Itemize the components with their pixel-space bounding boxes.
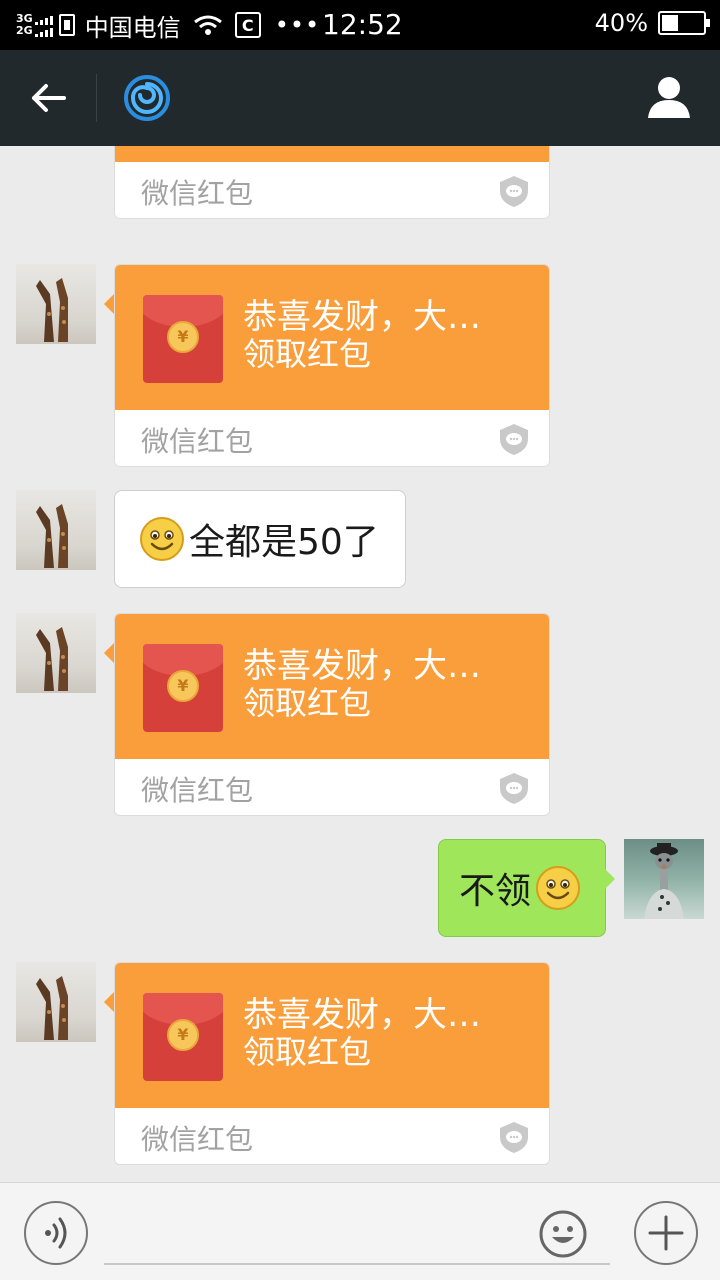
emoji-button[interactable] (538, 1209, 588, 1259)
giraffe-figure-icon (36, 278, 68, 342)
my-avatar[interactable] (624, 839, 704, 919)
red-packet-label: 微信红包 (141, 1123, 254, 1156)
coin-icon: ¥ (167, 1019, 199, 1051)
smile-emoji-icon (536, 866, 580, 910)
bubble-tail (104, 643, 114, 663)
message-text: 全都是50了 (189, 522, 379, 563)
coin-icon: ¥ (167, 321, 199, 353)
spiral-logo-icon (124, 75, 170, 121)
red-packet-message[interactable]: ¥ 恭喜发财，大… 领取红包 微信红包 (114, 613, 550, 816)
giraffe-figure-icon (36, 627, 68, 691)
back-button[interactable] (0, 50, 96, 146)
coin-icon: ¥ (167, 670, 199, 702)
wechat-shield-icon (500, 1122, 528, 1153)
red-packet-label: 微信红包 (141, 774, 254, 807)
contact-avatar[interactable] (16, 264, 96, 344)
red-packet-title: 恭喜发财，大… (243, 995, 481, 1035)
chat-logo[interactable] (97, 50, 197, 146)
profile-button[interactable] (646, 74, 692, 120)
red-envelope-icon: ¥ (143, 295, 223, 383)
plus-icon (648, 1215, 684, 1251)
red-packet-message[interactable]: 微信红包 (114, 146, 550, 219)
battery-percent: 40% (594, 9, 648, 37)
contact-avatar[interactable] (16, 490, 96, 570)
red-envelope-icon: ¥ (143, 644, 223, 732)
sim-icon (58, 14, 75, 36)
bubble-tail (605, 869, 615, 889)
red-packet-label: 微信红包 (141, 425, 254, 458)
ostrich-figure-icon (644, 843, 684, 919)
giraffe-figure-icon (36, 976, 68, 1040)
text-message-outgoing[interactable]: 不领 (438, 839, 606, 937)
more-notifications: ••• (274, 11, 321, 39)
red-packet-title: 恭喜发财，大… (243, 646, 481, 686)
bubble-tail (104, 294, 114, 314)
red-packet-label: 微信红包 (141, 177, 254, 210)
app-notification-icon: C (234, 12, 261, 38)
giraffe-figure-icon (36, 504, 68, 568)
contact-avatar[interactable] (16, 962, 96, 1042)
voice-button[interactable] (24, 1201, 88, 1265)
signal-icon: 3G 2G (16, 13, 53, 37)
red-packet-title: 恭喜发财，大… (243, 297, 481, 337)
message-text: 不领 (459, 871, 532, 912)
text-message-incoming[interactable]: 全都是50了 (114, 490, 406, 588)
carrier-name: 中国电信 (84, 13, 181, 42)
red-packet-message[interactable]: ¥ 恭喜发财，大… 领取红包 微信红包 (114, 264, 550, 467)
red-packet-message[interactable]: ¥ 恭喜发财，大… 领取红包 微信红包 (114, 962, 550, 1165)
battery-icon (658, 11, 710, 35)
wechat-shield-icon (500, 424, 528, 455)
red-packet-subtitle: 领取红包 (243, 1033, 372, 1071)
red-envelope-icon: ¥ (143, 993, 223, 1081)
input-bar (0, 1182, 720, 1280)
wechat-shield-icon (500, 773, 528, 804)
status-bar: 3G 2G 中国电信 C ••• 12:52 40% (0, 0, 720, 50)
back-arrow-icon (32, 84, 66, 112)
wifi-icon (193, 15, 222, 35)
title-bar (0, 50, 720, 146)
red-packet-subtitle: 领取红包 (243, 335, 372, 373)
contact-avatar[interactable] (16, 613, 96, 693)
chat-message-list[interactable]: 微信红包 ¥ 恭喜发财，大… 领取红包 微信红包 全都是50了 ¥ 恭喜发财，大… (0, 146, 720, 1182)
bubble-tail (104, 992, 114, 1012)
wechat-shield-icon (500, 176, 528, 207)
emoji-icon (539, 1210, 587, 1258)
person-icon (648, 77, 690, 118)
message-input[interactable] (104, 1203, 610, 1265)
smile-emoji-icon (140, 517, 184, 561)
more-actions-button[interactable] (634, 1201, 698, 1265)
network-type-bottom: 2G (16, 24, 33, 37)
clock: 12:52 (322, 8, 403, 41)
red-packet-subtitle: 领取红包 (243, 684, 372, 722)
voice-icon (45, 1217, 67, 1249)
